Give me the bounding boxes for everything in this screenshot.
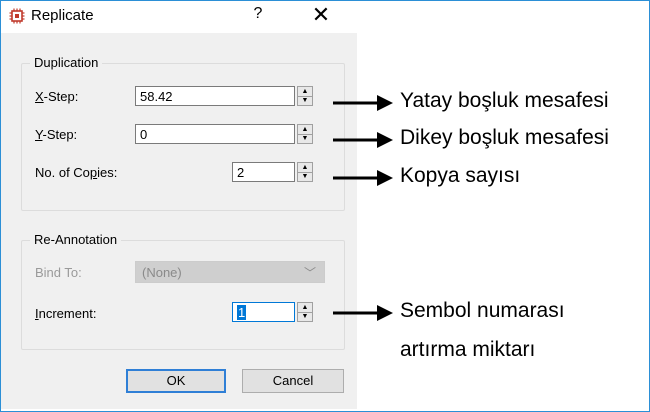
x-step-spinner[interactable]: ▲ ▼	[297, 86, 313, 106]
increment-label: Increment:	[35, 306, 97, 321]
annotation-increment-line2: artırma miktarı	[400, 338, 536, 361]
chip-icon	[9, 8, 25, 24]
bind-to-select: (None) ﹀	[135, 261, 325, 283]
arrow-copies	[333, 170, 393, 186]
y-step-input[interactable]: 0	[135, 124, 295, 144]
bind-to-value: (None)	[142, 265, 182, 280]
window-frame: Replicate ? ✕ Duplication X-Step: 58.42 …	[0, 0, 650, 412]
spin-down-icon[interactable]: ▼	[298, 96, 312, 105]
copies-label: No. of Copies:	[35, 165, 118, 180]
arrow-y-step	[333, 132, 393, 148]
increment-spinner[interactable]: ▲ ▼	[297, 302, 313, 322]
close-button[interactable]: ✕	[306, 2, 336, 28]
copies-input[interactable]: 2	[232, 162, 295, 182]
increment-value: 1	[237, 305, 247, 320]
bind-to-label: Bind To:	[35, 265, 82, 280]
reannotation-group: Re-Annotation Bind To: (None) ﹀ Incremen…	[21, 232, 345, 350]
spin-down-icon[interactable]: ▼	[298, 134, 312, 143]
spin-down-icon[interactable]: ▼	[298, 172, 312, 181]
spin-down-icon[interactable]: ▼	[298, 312, 312, 321]
window-title: Replicate	[31, 7, 94, 24]
title-bar: Replicate ? ✕	[1, 1, 361, 33]
arrow-x-step	[333, 95, 393, 111]
y-step-label: Y-Step:	[35, 127, 78, 142]
x-step-label: X-Step:	[35, 89, 79, 104]
arrow-increment	[333, 305, 393, 321]
cancel-button[interactable]: Cancel	[242, 369, 344, 393]
chevron-down-icon: ﹀	[303, 266, 316, 280]
annotation-increment-line1: Sembol numarası	[400, 299, 565, 322]
copies-spinner[interactable]: ▲ ▼	[297, 162, 313, 182]
annotation-copies: Kopya sayısı	[400, 164, 521, 187]
x-step-input[interactable]: 58.42	[135, 86, 295, 106]
ok-button[interactable]: OK	[126, 369, 226, 393]
annotation-x-step: Yatay boşluk mesafesi	[400, 89, 609, 112]
y-step-spinner[interactable]: ▲ ▼	[297, 124, 313, 144]
dialog-body: Duplication X-Step: 58.42 ▲ ▼ Y-Step: 0 …	[1, 33, 357, 409]
duplication-legend: Duplication	[30, 55, 103, 70]
help-button[interactable]: ?	[246, 5, 270, 23]
annotation-y-step: Dikey boşluk mesafesi	[400, 126, 609, 149]
duplication-group: Duplication X-Step: 58.42 ▲ ▼ Y-Step: 0 …	[21, 55, 345, 211]
increment-input[interactable]: 1	[232, 302, 295, 322]
reannotation-legend: Re-Annotation	[30, 232, 122, 247]
